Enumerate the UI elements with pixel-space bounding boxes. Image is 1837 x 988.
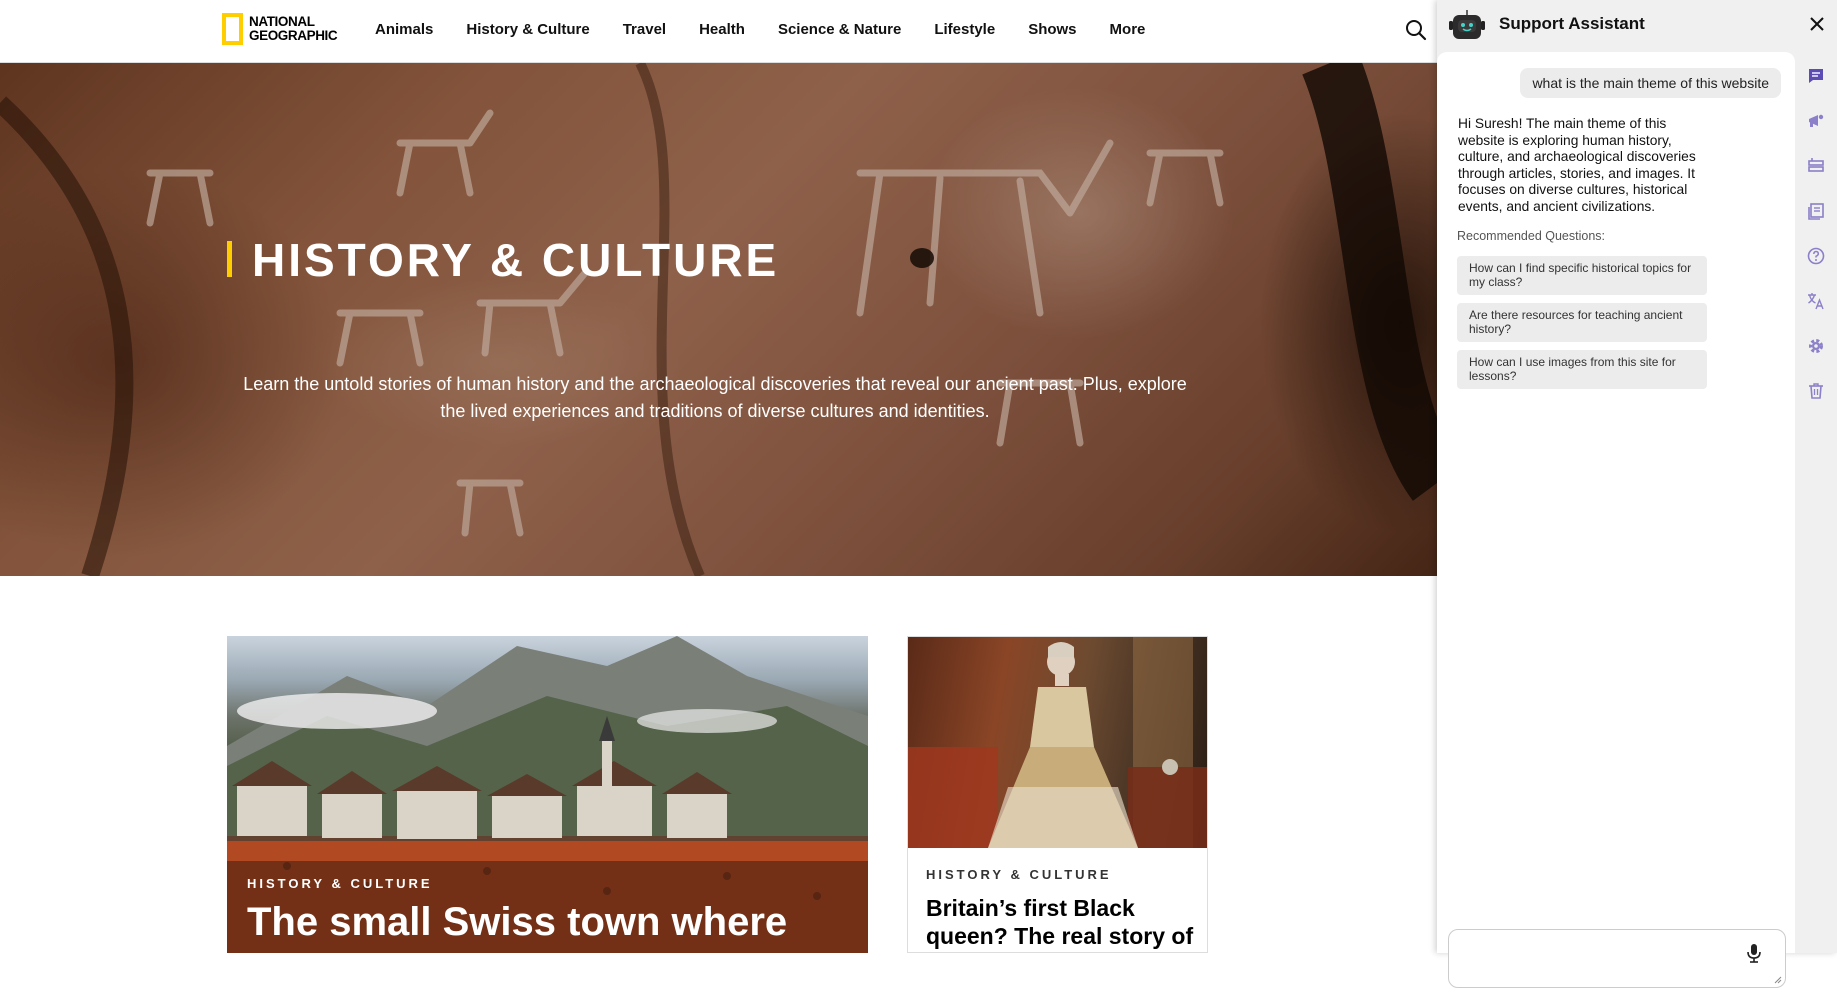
- nav-link-history-culture[interactable]: History & Culture: [466, 21, 589, 38]
- assistant-tool-rail: [1795, 52, 1837, 953]
- nav-link-lifestyle[interactable]: Lifestyle: [934, 21, 995, 38]
- voice-input-button[interactable]: [1743, 942, 1765, 964]
- nav-link-travel[interactable]: Travel: [623, 21, 666, 38]
- featured-article-card[interactable]: HISTORY & CULTURE The small Swiss town w…: [227, 636, 868, 953]
- recommended-questions-list: How can I find specific historical topic…: [1457, 256, 1707, 389]
- settings-tool-button[interactable]: [1806, 336, 1826, 356]
- support-assistant-panel: Support Assistant what is the main theme…: [1437, 0, 1837, 988]
- nav-link-science-nature[interactable]: Science & Nature: [778, 21, 901, 38]
- robot-avatar-icon: [1449, 10, 1485, 39]
- library-icon: [1808, 203, 1824, 220]
- library-tool-button[interactable]: [1806, 201, 1826, 221]
- translate-tool-button[interactable]: [1806, 291, 1826, 311]
- nav-link-shows[interactable]: Shows: [1028, 21, 1076, 38]
- chat-input-box: [1448, 929, 1786, 988]
- clear-chat-button[interactable]: [1806, 381, 1826, 401]
- recommended-question[interactable]: How can I use images from this site for …: [1457, 350, 1707, 389]
- settings-icon: [1809, 339, 1823, 353]
- recommended-questions-label: Recommended Questions:: [1457, 229, 1605, 243]
- microphone-icon: [1747, 944, 1761, 963]
- close-chat-button[interactable]: [1805, 12, 1829, 36]
- trash-icon: [1809, 383, 1823, 399]
- article-title[interactable]: The small Swiss town where: [247, 898, 787, 946]
- layout-tool-button[interactable]: [1806, 156, 1826, 176]
- chat-header: Support Assistant: [1437, 0, 1837, 50]
- logo-line-1: NATIONAL: [249, 14, 315, 29]
- article-title[interactable]: Britain’s first Black queen? The real st…: [926, 894, 1196, 950]
- hero-banner: HISTORY & CULTURE Learn the untold stori…: [0, 63, 1437, 576]
- layout-icon: [1808, 158, 1824, 172]
- logo-yellow-frame: [222, 13, 243, 45]
- chat-title: Support Assistant: [1499, 14, 1645, 33]
- announcements-tool-button[interactable]: [1806, 111, 1826, 131]
- article-category: HISTORY & CULTURE: [247, 876, 433, 891]
- assistant-message: Hi Suresh! The main theme of this websit…: [1458, 116, 1696, 214]
- search-button[interactable]: [1404, 18, 1428, 42]
- main-menu: Animals History & Culture Travel Health …: [375, 0, 1178, 58]
- logo-line-2: GEOGRAPHIC: [249, 28, 338, 43]
- page-description: Learn the untold stories of human histor…: [243, 374, 1187, 421]
- user-message: what is the main theme of this website: [1520, 68, 1781, 98]
- search-icon: [1406, 20, 1427, 41]
- natgeo-logo[interactable]: NATIONAL GEOGRAPHIC: [222, 13, 338, 45]
- resize-grip-icon[interactable]: [1774, 976, 1782, 984]
- nav-link-more[interactable]: More: [1110, 21, 1146, 38]
- queen-portrait-image: [908, 637, 1207, 848]
- recommended-question[interactable]: Are there resources for teaching ancient…: [1457, 303, 1707, 342]
- megaphone-icon: [1809, 114, 1824, 127]
- help-tool-button[interactable]: [1806, 246, 1826, 266]
- chat-icon: [1809, 69, 1823, 83]
- page-title: HISTORY & CULTURE: [252, 234, 780, 286]
- close-icon: [1810, 17, 1824, 31]
- recommended-question[interactable]: How can I find specific historical topic…: [1457, 256, 1707, 295]
- chat-tool-button[interactable]: [1806, 66, 1826, 86]
- title-accent-bar: [227, 241, 232, 277]
- top-navigation: NATIONAL GEOGRAPHIC Animals History & Cu…: [0, 0, 1437, 63]
- translate-icon: [1808, 293, 1824, 310]
- secondary-article-card[interactable]: HISTORY & CULTURE Britain’s first Black …: [907, 636, 1208, 953]
- help-icon: [1807, 247, 1825, 265]
- chat-conversation: what is the main theme of this website H…: [1437, 52, 1795, 988]
- article-category: HISTORY & CULTURE: [926, 867, 1112, 882]
- chat-message-input[interactable]: [1457, 960, 1737, 980]
- nav-link-health[interactable]: Health: [699, 21, 745, 38]
- nav-link-animals[interactable]: Animals: [375, 21, 433, 38]
